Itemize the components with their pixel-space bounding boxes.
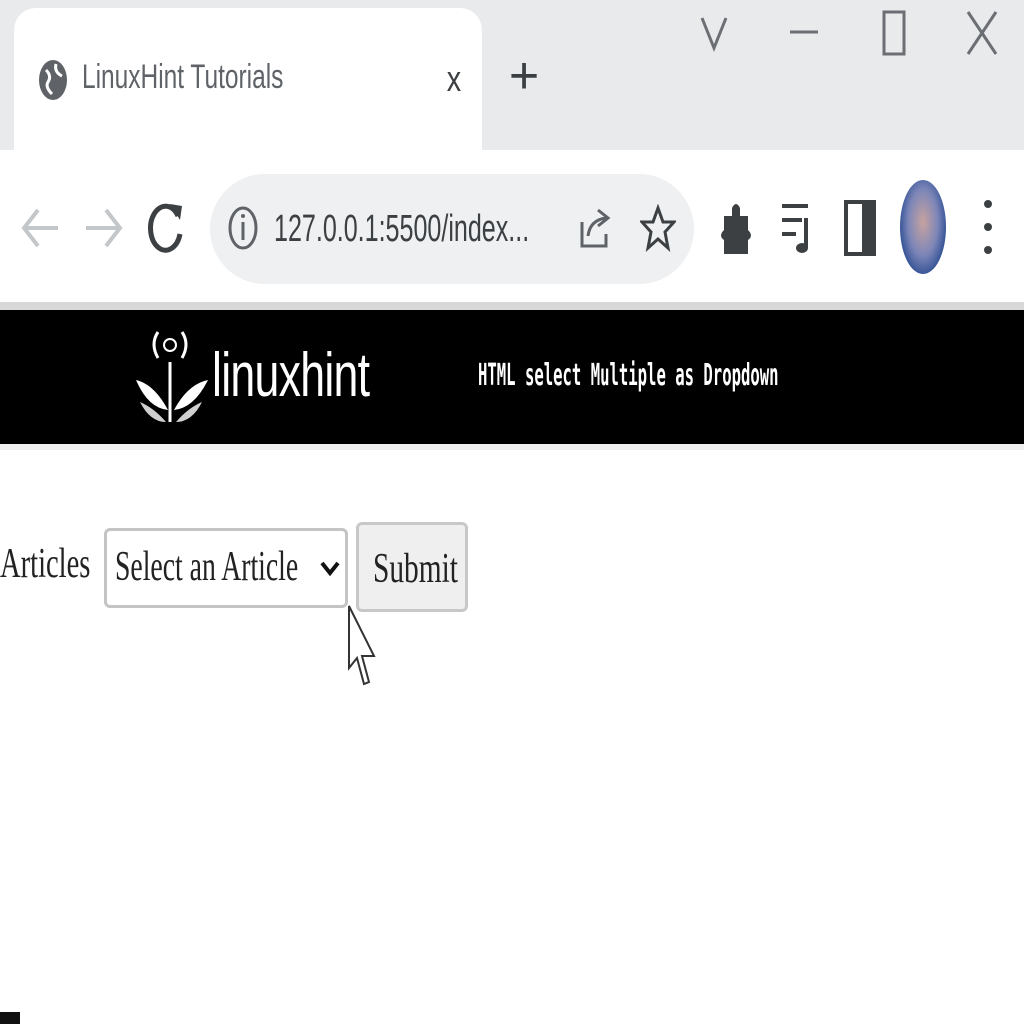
maximize-icon[interactable]: [876, 8, 912, 58]
more-menu-icon[interactable]: [978, 194, 998, 260]
toolbar-divider: [0, 302, 1024, 310]
page-title: HTML select Multiple as Dropdown: [478, 358, 779, 393]
tab-title: LinuxHint Tutorials: [82, 58, 284, 96]
share-icon[interactable]: [576, 204, 612, 252]
chevron-down-icon[interactable]: [696, 8, 732, 58]
logo-text[interactable]: linuxhint: [212, 340, 370, 411]
close-icon[interactable]: [962, 8, 1002, 58]
url-text[interactable]: 127.0.0.1:5500/index...: [274, 208, 529, 251]
header-bottom-strip: [0, 444, 1024, 450]
submit-button[interactable]: Submit: [356, 522, 468, 612]
media-icon[interactable]: [780, 198, 816, 254]
tab-close-button[interactable]: x: [438, 56, 470, 102]
extensions-icon[interactable]: [718, 196, 754, 260]
profile-avatar[interactable]: [900, 180, 946, 274]
mouse-cursor-icon: [348, 605, 376, 686]
articles-label: Articles: [0, 541, 91, 587]
back-arrow-icon[interactable]: [18, 198, 62, 258]
corner-mark: [0, 1012, 20, 1024]
browser-toolbar: 127.0.0.1:5500/index...: [0, 150, 1024, 304]
forward-arrow-icon[interactable]: [82, 198, 126, 258]
submit-label: Submit: [373, 546, 458, 592]
browser-title-bar: LinuxHint Tutorials x +: [0, 0, 1024, 150]
linuxhint-logo-icon[interactable]: [132, 322, 212, 434]
info-icon[interactable]: [226, 204, 260, 252]
side-panel-icon[interactable]: [842, 198, 878, 258]
site-header: linuxhint HTML select Multiple as Dropdo…: [0, 310, 1024, 444]
new-tab-button[interactable]: +: [500, 48, 548, 108]
reload-icon[interactable]: [146, 198, 186, 258]
chevron-down-icon: [320, 561, 340, 577]
articles-select[interactable]: Select an Article: [104, 528, 348, 608]
star-icon[interactable]: [640, 204, 676, 252]
minimize-icon[interactable]: [786, 8, 822, 58]
globe-icon: [39, 60, 67, 100]
browser-tab[interactable]: LinuxHint Tutorials x: [14, 8, 482, 150]
address-bar[interactable]: 127.0.0.1:5500/index...: [210, 174, 694, 284]
select-value: Select an Article: [115, 544, 299, 590]
